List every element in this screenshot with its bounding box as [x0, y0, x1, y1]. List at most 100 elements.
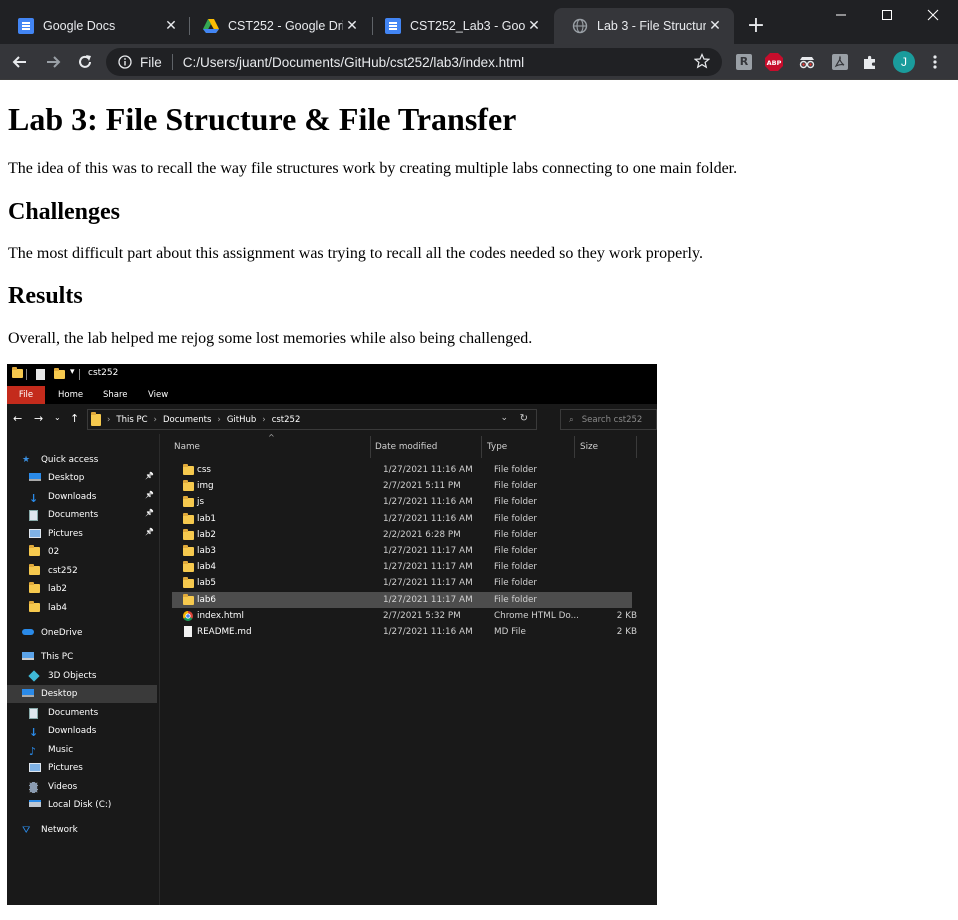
- back-arrow-icon[interactable]: ←: [13, 412, 22, 425]
- column-header-name[interactable]: Name: [174, 438, 200, 456]
- breadcrumb-item[interactable]: This PC: [116, 415, 147, 425]
- nav-item-downloads[interactable]: ↓ Downloads: [29, 488, 96, 506]
- nav-item-02[interactable]: 02: [29, 543, 59, 561]
- breadcrumb-item[interactable]: GitHub: [227, 415, 256, 425]
- column-divider[interactable]: [636, 436, 637, 458]
- forward-arrow-icon: [47, 56, 61, 68]
- nav-item-quick-access[interactable]: ★ Quick access: [22, 451, 98, 469]
- file-row[interactable]: lab5 1/27/2021 11:17 AM File folder: [172, 575, 632, 591]
- file-row[interactable]: lab6 1/27/2021 11:17 AM File folder: [172, 591, 632, 608]
- column-header-type[interactable]: Type: [487, 438, 507, 456]
- explorer-search-box[interactable]: ⌕ Search cst252: [560, 409, 657, 430]
- nav-item-pictures[interactable]: Pictures: [29, 759, 83, 777]
- file-name: lab1: [197, 513, 217, 524]
- pin-icon[interactable]: 📌: [145, 528, 154, 536]
- folder-icon: [29, 581, 42, 595]
- file-row[interactable]: lab3 1/27/2021 11:17 AM File folder: [172, 543, 632, 559]
- tab-lab3-page[interactable]: Lab 3 - File Structure & File Transfer ✕: [554, 8, 734, 44]
- nav-item-videos[interactable]: Videos: [29, 778, 77, 796]
- ribbon-home-tab[interactable]: Home: [58, 386, 83, 404]
- column-divider[interactable]: [370, 436, 371, 458]
- divider: [26, 369, 27, 380]
- file-row[interactable]: lab1 1/27/2021 11:16 AM File folder: [172, 511, 632, 527]
- close-icon[interactable]: ✕: [525, 17, 543, 35]
- column-header-date[interactable]: Date modified: [375, 438, 437, 456]
- tab-google-drive[interactable]: CST252 - Google Drive ✕: [185, 8, 371, 44]
- nav-item-network[interactable]: ⛛ Network: [22, 821, 78, 839]
- file-date: 1/27/2021 11:17 AM: [383, 546, 473, 556]
- forward-arrow-icon[interactable]: →: [34, 412, 43, 425]
- file-row[interactable]: lab2 2/2/2021 6:28 PM File folder: [172, 527, 632, 543]
- chrome-menu-icon[interactable]: [925, 52, 945, 72]
- results-heading: Results: [8, 283, 83, 309]
- column-divider[interactable]: [481, 436, 482, 458]
- file-name: README.md: [197, 627, 252, 637]
- ribbon-view-tab[interactable]: View: [148, 386, 168, 404]
- nav-item-desktop[interactable]: Desktop: [7, 685, 157, 703]
- nav-item-documents[interactable]: Documents: [29, 506, 98, 524]
- close-icon[interactable]: ✕: [343, 17, 361, 35]
- spy-extension-icon[interactable]: [797, 52, 817, 72]
- minimize-button[interactable]: [818, 0, 864, 30]
- file-name: lab2: [197, 529, 217, 540]
- forward-button[interactable]: [38, 47, 68, 77]
- file-row[interactable]: index.html 2/7/2021 5:32 PM Chrome HTML Do…: [172, 608, 637, 624]
- column-header-size[interactable]: Size: [580, 438, 598, 456]
- breadcrumb-item[interactable]: Documents: [163, 415, 211, 425]
- column-divider[interactable]: [574, 436, 575, 458]
- url-text[interactable]: C:/Users/juant/Documents/GitHub/cst252/l…: [183, 55, 524, 70]
- profile-avatar[interactable]: J: [892, 50, 916, 74]
- up-arrow-icon[interactable]: ↑: [70, 412, 79, 425]
- nav-item-documents[interactable]: Documents: [29, 704, 98, 722]
- bookmark-star-icon[interactable]: [693, 53, 711, 72]
- close-icon[interactable]: ✕: [162, 17, 180, 35]
- challenges-paragraph: The most difficult part about this assig…: [8, 245, 703, 262]
- info-icon[interactable]: [118, 55, 132, 69]
- nav-item-label: Documents: [48, 510, 99, 520]
- ribbon-file-tab[interactable]: File: [7, 386, 45, 404]
- window-close-button[interactable]: [910, 0, 956, 30]
- address-bar[interactable]: File C:/Users/juant/Documents/GitHub/cst…: [106, 48, 722, 76]
- nav-item-local-disk-c[interactable]: Local Disk (C:): [29, 796, 111, 814]
- back-button[interactable]: [5, 47, 35, 77]
- nav-item-lab4[interactable]: lab4: [29, 599, 67, 617]
- file-row[interactable]: README.md 1/27/2021 11:16 AM MD File 2 KB: [172, 624, 637, 640]
- reader-icon[interactable]: R: [734, 52, 754, 72]
- reload-button[interactable]: [70, 47, 100, 77]
- nav-item-3d-objects[interactable]: 3D Objects: [28, 667, 96, 685]
- nav-item-desktop[interactable]: Desktop: [29, 469, 84, 487]
- tab-lab3-doc[interactable]: CST252_Lab3 - Google Docs ✕: [367, 8, 553, 44]
- close-icon[interactable]: ✕: [706, 17, 724, 35]
- explorer-address-bar[interactable]: › This PC › Documents › GitHub › cst252 …: [87, 409, 537, 430]
- breadcrumb-item[interactable]: cst252: [272, 415, 301, 425]
- nav-item-onedrive[interactable]: OneDrive: [22, 624, 82, 642]
- recent-locations-chevron-icon[interactable]: ⌄: [54, 413, 61, 422]
- svg-text:ABP: ABP: [767, 59, 782, 67]
- ribbon-share-tab[interactable]: Share: [103, 386, 128, 404]
- file-row[interactable]: css 1/27/2021 11:16 AM File folder: [172, 462, 632, 478]
- file-name: img: [197, 481, 214, 492]
- refresh-icon[interactable]: ↻: [520, 413, 528, 424]
- pin-icon[interactable]: 📌: [145, 472, 154, 480]
- nav-item-downloads[interactable]: ↓ Downloads: [29, 722, 96, 740]
- tab-google-docs[interactable]: Google Docs ✕: [0, 8, 190, 44]
- nav-item-label: Downloads: [48, 492, 97, 502]
- chevron-down-icon[interactable]: ⌄: [500, 413, 508, 423]
- nav-item-music[interactable]: ♪ Music: [29, 741, 73, 759]
- pin-icon[interactable]: 📌: [145, 491, 154, 499]
- pdf-icon[interactable]: [830, 52, 850, 72]
- tab-title: Lab 3 - File Structure & File Transfer: [597, 19, 706, 33]
- nav-item-cst252[interactable]: cst252: [29, 562, 78, 580]
- pin-icon[interactable]: 📌: [145, 509, 154, 517]
- nav-item-pictures[interactable]: Pictures: [29, 525, 83, 543]
- file-row[interactable]: js 1/27/2021 11:16 AM File folder: [172, 494, 632, 510]
- adblock-plus-icon[interactable]: ABP: [764, 52, 784, 72]
- nav-item-lab2[interactable]: lab2: [29, 580, 67, 598]
- file-row[interactable]: img 2/7/2021 5:11 PM File folder: [172, 478, 632, 494]
- puzzle-icon[interactable]: [860, 52, 880, 72]
- file-row[interactable]: lab4 1/27/2021 11:17 AM File folder: [172, 559, 632, 575]
- new-tab-button[interactable]: +: [744, 15, 768, 39]
- maximize-button[interactable]: [864, 0, 910, 30]
- results-paragraph: Overall, the lab helped me rejog some lo…: [8, 330, 533, 347]
- nav-item-this-pc[interactable]: This PC: [22, 648, 73, 666]
